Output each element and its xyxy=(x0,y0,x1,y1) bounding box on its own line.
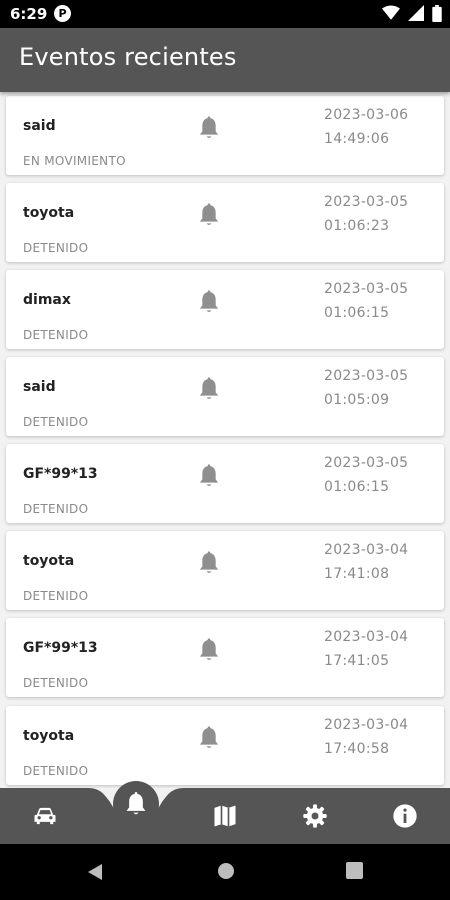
info-icon xyxy=(393,804,417,828)
map-icon xyxy=(214,805,236,827)
status-time: 6:29 xyxy=(10,5,48,23)
wifi-icon xyxy=(381,5,400,20)
event-card[interactable]: GF*99*13 2023-03-05 01:06:15 DETENIDO xyxy=(6,444,444,523)
vehicle-name: GF*99*13 xyxy=(23,640,98,656)
nav-events[interactable] xyxy=(113,781,159,827)
event-card[interactable]: toyota 2023-03-04 17:41:08 DETENIDO xyxy=(6,531,444,610)
vehicle-name: toyota xyxy=(23,553,75,569)
nav-map[interactable] xyxy=(211,802,239,830)
bell-icon xyxy=(199,726,219,748)
battery-icon xyxy=(432,5,442,22)
event-time: 01:05:09 xyxy=(324,392,390,408)
nav-info[interactable] xyxy=(391,802,419,830)
back-icon[interactable] xyxy=(86,862,104,882)
event-state: DETENIDO xyxy=(23,415,89,429)
vehicle-name: said xyxy=(23,118,56,134)
event-state: DETENIDO xyxy=(23,764,89,778)
event-time: 01:06:15 xyxy=(324,479,390,495)
vehicle-name: dimax xyxy=(23,292,71,308)
event-date: 2023-03-05 xyxy=(324,455,409,471)
vehicle-name: toyota xyxy=(23,728,75,744)
event-time: 17:41:08 xyxy=(324,566,390,582)
bell-icon xyxy=(199,290,219,312)
event-date: 2023-03-04 xyxy=(324,717,409,733)
bell-icon xyxy=(199,464,219,486)
event-state: EN MOVIMIENTO xyxy=(23,154,126,168)
bell-icon xyxy=(199,116,219,138)
bell-icon xyxy=(199,377,219,399)
bell-icon xyxy=(199,551,219,573)
event-time: 17:41:05 xyxy=(324,653,390,669)
event-card[interactable]: said 2023-03-06 14:49:06 EN MOVIMIENTO xyxy=(6,96,444,175)
event-card[interactable]: toyota 2023-03-05 01:06:23 DETENIDO xyxy=(6,183,444,262)
event-date: 2023-03-05 xyxy=(324,281,409,297)
gear-icon xyxy=(303,804,327,828)
event-date: 2023-03-05 xyxy=(324,368,409,384)
event-state: DETENIDO xyxy=(23,241,89,255)
event-date: 2023-03-05 xyxy=(324,194,409,210)
event-card[interactable]: dimax 2023-03-05 01:06:15 DETENIDO xyxy=(6,270,444,349)
event-state: DETENIDO xyxy=(23,676,89,690)
event-card[interactable]: toyota 2023-03-04 17:40:58 DETENIDO xyxy=(6,706,444,785)
bell-icon xyxy=(126,792,146,815)
event-card[interactable]: GF*99*13 2023-03-04 17:41:05 DETENIDO xyxy=(6,618,444,697)
event-date: 2023-03-06 xyxy=(324,107,409,123)
event-time: 17:40:58 xyxy=(324,741,390,757)
nav-vehicles[interactable] xyxy=(31,802,59,830)
recents-icon[interactable] xyxy=(346,862,363,879)
events-list[interactable]: said 2023-03-06 14:49:06 EN MOVIMIENTO t… xyxy=(0,92,450,788)
bottom-navigation xyxy=(0,781,450,844)
event-state: DETENIDO xyxy=(23,502,89,516)
nav-settings[interactable] xyxy=(301,802,329,830)
car-icon xyxy=(34,807,56,825)
event-time: 01:06:15 xyxy=(324,305,390,321)
event-date: 2023-03-04 xyxy=(324,542,409,558)
system-navigation-bar xyxy=(0,844,450,900)
status-icons xyxy=(379,5,442,23)
page-title: Eventos recientes xyxy=(19,43,237,71)
app-notification-icon: P xyxy=(54,5,71,22)
bell-icon xyxy=(199,638,219,660)
vehicle-name: said xyxy=(23,379,56,395)
event-time: 01:06:23 xyxy=(324,218,390,234)
home-icon[interactable] xyxy=(217,862,235,880)
event-card[interactable]: said 2023-03-05 01:05:09 DETENIDO xyxy=(6,357,444,436)
bell-icon xyxy=(199,203,219,225)
vehicle-name: toyota xyxy=(23,205,75,221)
status-bar: 6:29 P xyxy=(0,0,450,28)
event-date: 2023-03-04 xyxy=(324,629,409,645)
event-state: DETENIDO xyxy=(23,589,89,603)
event-time: 14:49:06 xyxy=(324,131,390,147)
app-bar: Eventos recientes xyxy=(0,28,450,92)
signal-icon xyxy=(407,5,424,21)
event-state: DETENIDO xyxy=(23,328,89,342)
vehicle-name: GF*99*13 xyxy=(23,466,98,482)
